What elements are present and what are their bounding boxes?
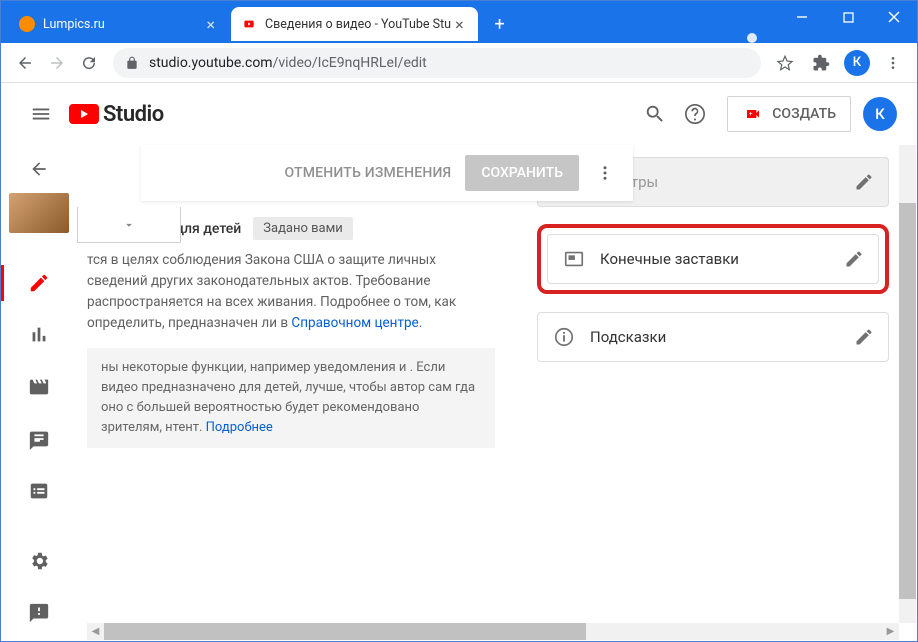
youtube-favicon: [241, 16, 257, 32]
studio-logo[interactable]: Studio: [69, 102, 164, 127]
channel-avatar[interactable]: К: [863, 97, 897, 131]
reload-button[interactable]: [73, 47, 105, 79]
audience-note: ны некоторые функции, например уведомлен…: [87, 348, 495, 449]
close-button[interactable]: [871, 1, 917, 33]
url-path: /video/IcE9nqHRLeI/edit: [273, 55, 427, 71]
endscreens-label: Конечные заставки: [600, 250, 844, 268]
save-button[interactable]: СОХРАНИТЬ: [465, 155, 579, 191]
more-options-button[interactable]: [593, 161, 617, 185]
tab-youtube-studio[interactable]: Сведения о видео - YouTube Stu ×: [231, 7, 478, 41]
vertical-scrollbar[interactable]: [899, 145, 916, 623]
url-host: studio.youtube.com: [149, 55, 273, 71]
lock-icon: [125, 56, 139, 70]
create-button[interactable]: СОЗДАТЬ: [727, 96, 851, 132]
lumpics-favicon: [19, 16, 35, 32]
sidebar-item-comments[interactable]: [15, 415, 63, 463]
studio-text: Studio: [103, 102, 164, 127]
youtube-icon: [69, 104, 99, 124]
new-tab-button[interactable]: +: [486, 10, 514, 38]
sidebar-item-analytics[interactable]: [15, 311, 63, 359]
audience-description: тся в целях соблюдения Закона США о защи…: [87, 250, 495, 334]
content-area: ОТМЕНИТЬ ИЗМЕНЕНИЯ СОХРАНИТЬ: [1, 145, 917, 641]
scrollbar-thumb[interactable]: [104, 623, 586, 640]
profile-avatar: К: [844, 50, 870, 76]
sidebar-item-details[interactable]: [15, 259, 63, 307]
video-options-dropdown[interactable]: [77, 207, 181, 243]
details-right-column: Субтитры Конечные заставки: [515, 145, 917, 641]
scrollbar-track[interactable]: [104, 623, 882, 640]
tabs-row: Lumpics.ru × Сведения о видео - YouTube …: [1, 5, 731, 43]
sidebar-item-settings[interactable]: [15, 537, 63, 585]
sidebar-item-subtitles[interactable]: [15, 467, 63, 515]
endscreens-card[interactable]: Конечные заставки: [547, 234, 879, 284]
video-camera-icon: [742, 106, 764, 122]
close-icon[interactable]: ×: [202, 15, 219, 34]
tab-label: Сведения о видео - YouTube Stu: [265, 17, 451, 32]
maximize-button[interactable]: [825, 1, 871, 33]
extensions-button[interactable]: [805, 47, 837, 79]
scroll-left-button[interactable]: ◀: [87, 623, 104, 640]
scrollbar-thumb[interactable]: [899, 203, 916, 599]
sidebar: [1, 145, 77, 641]
edit-icon: [854, 327, 874, 347]
cards-label: Подсказки: [590, 328, 854, 346]
endscreens-highlight: Конечные заставки: [537, 224, 889, 294]
audience-badge: Задано вами: [253, 217, 353, 240]
sidebar-item-editor[interactable]: [15, 363, 63, 411]
create-label: СОЗДАТЬ: [772, 106, 836, 122]
help-icon[interactable]: [675, 94, 715, 134]
studio-header: Studio СОЗДАТЬ К: [1, 83, 917, 145]
menu-icon[interactable]: [21, 94, 61, 134]
back-button[interactable]: [9, 47, 41, 79]
action-bar: ОТМЕНИТЬ ИЗМЕНЕНИЯ СОХРАНИТЬ: [141, 145, 633, 201]
back-to-channel-button[interactable]: [19, 149, 59, 189]
address-bar: studio.youtube.com/video/IcE9nqHRLeI/edi…: [1, 43, 917, 83]
video-thumbnail[interactable]: [9, 193, 69, 233]
chevron-down-icon: [122, 218, 136, 232]
info-icon: [552, 326, 576, 348]
window-titlebar: Lumpics.ru × Сведения о видео - YouTube …: [1, 1, 917, 43]
minimize-button[interactable]: [779, 1, 825, 33]
url-input[interactable]: studio.youtube.com/video/IcE9nqHRLeI/edi…: [113, 48, 761, 78]
bookmark-button[interactable]: [769, 47, 801, 79]
close-icon[interactable]: ×: [451, 15, 468, 34]
learn-more-link[interactable]: Подробнее: [206, 420, 273, 435]
tab-label: Lumpics.ru: [43, 17, 202, 32]
cards-card[interactable]: Подсказки: [537, 312, 889, 362]
scroll-right-button[interactable]: ▶: [882, 623, 899, 640]
edit-icon: [854, 172, 874, 192]
tab-lumpics[interactable]: Lumpics.ru ×: [9, 7, 229, 41]
chrome-account-indicator[interactable]: [731, 33, 773, 43]
help-center-link[interactable]: Справочном центре: [291, 315, 418, 331]
edit-icon: [844, 249, 864, 269]
search-icon[interactable]: [635, 94, 675, 134]
horizontal-scrollbar[interactable]: ◀ ▶: [87, 623, 899, 640]
menu-button[interactable]: [877, 47, 909, 79]
window-controls: [779, 1, 917, 43]
forward-button[interactable]: [41, 47, 73, 79]
endscreen-icon: [562, 248, 586, 270]
sidebar-item-feedback[interactable]: [15, 589, 63, 637]
profile-button[interactable]: К: [841, 47, 873, 79]
discard-changes-button[interactable]: ОТМЕНИТЬ ИЗМЕНЕНИЯ: [284, 165, 451, 181]
